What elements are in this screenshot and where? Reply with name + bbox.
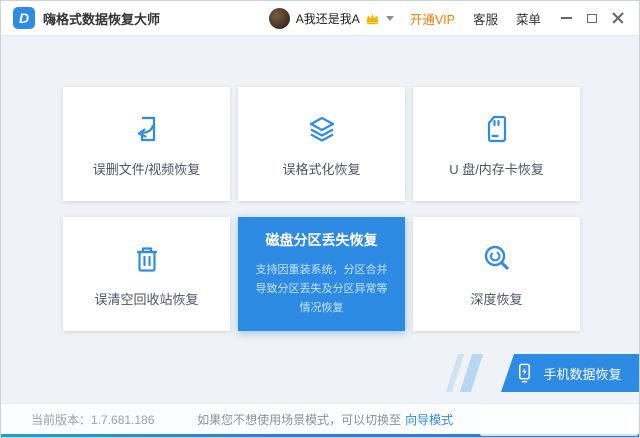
card-label: 误格式化恢复 — [282, 162, 361, 177]
deep-scan-icon — [484, 245, 509, 270]
card-title: 磁盘分区丢失恢复 — [265, 232, 378, 248]
card-deep-recovery[interactable]: 深度恢复 — [413, 217, 580, 331]
card-label: 误清空回收站恢复 — [94, 292, 199, 307]
card-deleted-file-recovery[interactable]: 误删文件/视频恢复 — [63, 87, 230, 201]
open-vip-button[interactable]: 开通VIP — [410, 9, 455, 28]
crown-icon — [365, 12, 380, 25]
ribbon-stripe-decoration — [459, 354, 484, 392]
card-usb-sdcard-recovery[interactable]: U 盘/内存卡恢复 — [413, 87, 580, 201]
card-format-recovery[interactable]: 误格式化恢复 — [238, 87, 405, 201]
username: A我还是我A — [295, 11, 360, 26]
trash-icon — [136, 247, 157, 272]
menu-button[interactable]: 菜单 — [516, 9, 541, 28]
user-account[interactable]: A我还是我A — [268, 7, 394, 29]
maximize-icon — [587, 13, 597, 23]
close-icon — [612, 12, 624, 24]
file-restore-icon — [137, 116, 155, 142]
app-logo-icon: D — [13, 7, 35, 29]
minimize-icon — [560, 17, 572, 19]
wizard-mode-link[interactable]: 向导模式 — [405, 413, 453, 427]
customer-service-button[interactable]: 客服 — [473, 9, 498, 28]
card-partition-loss-recovery[interactable]: 磁盘分区丢失恢复 支持因重装系统，分区合并导致分区丢失及分区异常等情况恢复 — [238, 217, 405, 331]
card-recycle-bin-recovery[interactable]: 误清空回收站恢复 — [63, 217, 230, 331]
maximize-button[interactable] — [579, 5, 605, 31]
main-content: 误删文件/视频恢复 误格式化恢复 U 盘/内存卡恢复 误清空回收站恢复 磁盘分区… — [1, 36, 639, 404]
app-window: D 嗨格式数据恢复大师 A我还是我A 开通VIP 客服 菜单 误删文件/视频恢复… — [0, 0, 640, 438]
minimize-button[interactable] — [553, 5, 579, 31]
card-description: 支持因重装系统，分区合并导致分区丢失及分区异常等情况恢复 — [255, 264, 388, 314]
watermark-overlay — [480, 404, 638, 436]
close-button[interactable] — [605, 5, 631, 31]
phone-data-recovery-button[interactable]: 手机数据恢复 — [501, 354, 639, 392]
card-label: 深度恢复 — [470, 292, 523, 307]
phone-icon — [519, 363, 531, 383]
version-number: 1.7.681.186 — [91, 412, 155, 427]
sd-card-icon — [487, 115, 506, 143]
ribbon-label: 手机数据恢复 — [543, 366, 622, 382]
mode-hint: 如果您不想使用场景模式，可以切换至 向导模式 — [197, 411, 453, 428]
title-bar: D 嗨格式数据恢复大师 A我还是我A 开通VIP 客服 菜单 — [1, 1, 639, 36]
hint-text: 如果您不想使用场景模式，可以切换至 — [197, 412, 402, 427]
chevron-down-icon[interactable] — [385, 15, 394, 21]
app-title: 嗨格式数据恢复大师 — [43, 11, 161, 27]
version-label: 当前版本： — [31, 412, 92, 427]
card-label: 误删文件/视频恢复 — [92, 162, 201, 177]
avatar[interactable] — [268, 7, 290, 29]
titlebar-right: A我还是我A 开通VIP 客服 菜单 — [268, 5, 631, 31]
window-controls — [553, 5, 631, 31]
layers-icon — [309, 116, 334, 142]
card-label: U 盘/内存卡恢复 — [449, 162, 544, 177]
version-text: 当前版本：1.7.681.186 — [31, 411, 154, 428]
